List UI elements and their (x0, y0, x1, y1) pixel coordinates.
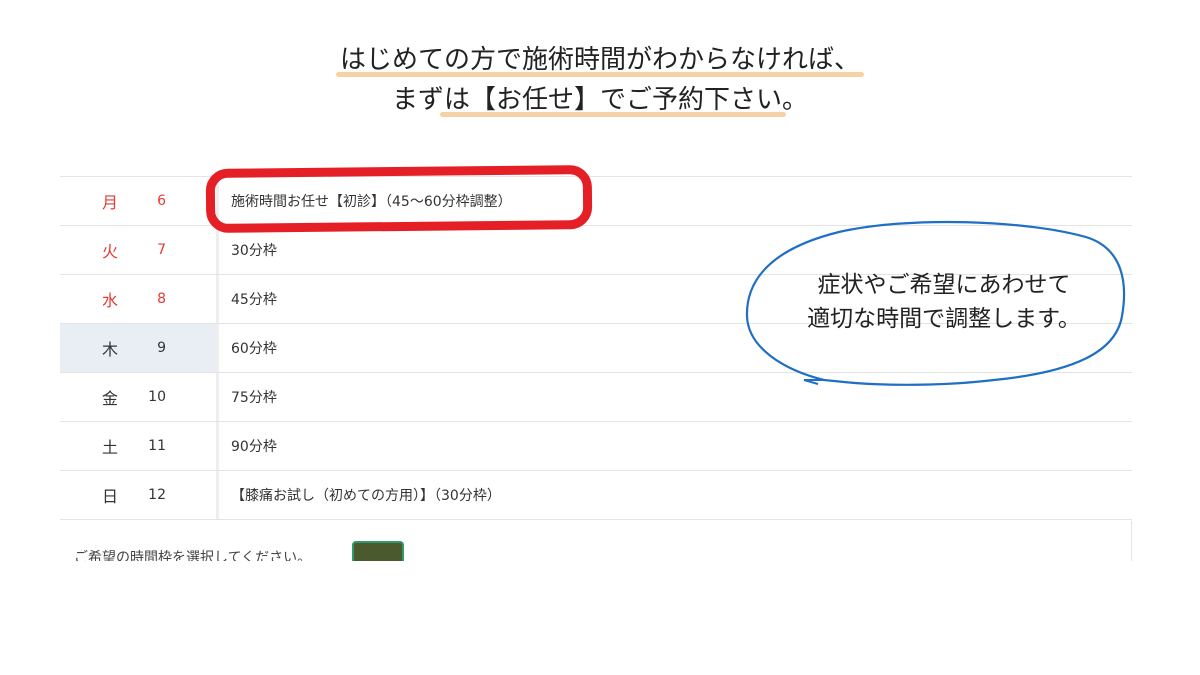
date-label: 12 (148, 487, 166, 503)
date-label: 8 (157, 291, 166, 307)
heading-line-2: まずは【お任せ】でご予約下さい。 (0, 80, 1200, 120)
speech-bubble: 症状やご希望にあわせて 適切な時間で調整します。 (744, 220, 1128, 390)
heading: はじめての方で施術時間がわからなければ、 まずは【お任せ】でご予約下さい。 (0, 40, 1200, 120)
day-cell: 水 8 (60, 275, 219, 323)
footer-instruction: ご希望の時間枠を選択してください。 (74, 550, 312, 561)
date-label: 10 (148, 389, 166, 405)
weekday-label: 水 (101, 291, 118, 310)
weekday-label: 土 (101, 438, 118, 457)
speech-bubble-line-1: 症状やご希望にあわせて (817, 272, 1071, 298)
heading-line-2-post: 。 (782, 85, 809, 115)
weekday-label: 日 (101, 487, 118, 506)
table-row[interactable]: 土 11 90分枠 (60, 422, 1132, 471)
day-cell: 金 10 (60, 373, 219, 421)
time-slot-option[interactable]: 30分枠 (219, 240, 277, 260)
footer: ご希望の時間枠を選択してください。 (60, 521, 1132, 561)
speech-bubble-line-2: 適切な時間で調整します。 (807, 306, 1081, 332)
day-cell: 日 12 (60, 471, 219, 519)
time-slot-option[interactable]: 45分枠 (219, 289, 277, 309)
heading-line-1: はじめての方で施術時間がわからなければ、 (0, 40, 1200, 80)
heading-line-2-highlight: は【お任せ】でご予約下さい (439, 80, 787, 120)
date-label: 11 (148, 438, 166, 454)
weekday-label: 月 (101, 193, 118, 212)
time-slot-option[interactable]: 60分枠 (219, 338, 277, 358)
heading-line-1-text: はじめての方で施術時間がわからなければ、 (335, 40, 865, 80)
weekday-label: 金 (101, 389, 118, 408)
day-cell-selected: 木 9 (60, 324, 219, 372)
table-row[interactable]: 日 12 【膝痛お試し（初めての方用）】（30分枠） (60, 471, 1132, 520)
page: はじめての方で施術時間がわからなければ、 まずは【お任せ】でご予約下さい。 月 … (0, 0, 1200, 675)
time-slot-option[interactable]: 90分枠 (219, 436, 277, 456)
date-label: 7 (157, 242, 166, 258)
speech-bubble-text: 症状やご希望にあわせて 適切な時間で調整します。 (764, 268, 1124, 336)
submit-button[interactable] (352, 541, 404, 561)
heading-line-2-pre: まず (391, 85, 444, 115)
weekday-label: 火 (101, 242, 118, 261)
red-highlight-ring (205, 164, 593, 234)
weekday-label: 木 (101, 340, 118, 359)
date-label: 9 (157, 340, 166, 356)
date-label: 6 (157, 193, 166, 209)
day-cell: 火 7 (60, 226, 219, 274)
day-cell: 土 11 (60, 422, 219, 470)
time-slot-option[interactable]: 75分枠 (219, 387, 277, 407)
time-slot-option[interactable]: 【膝痛お試し（初めての方用）】（30分枠） (219, 485, 501, 505)
day-cell: 月 6 (60, 177, 219, 225)
